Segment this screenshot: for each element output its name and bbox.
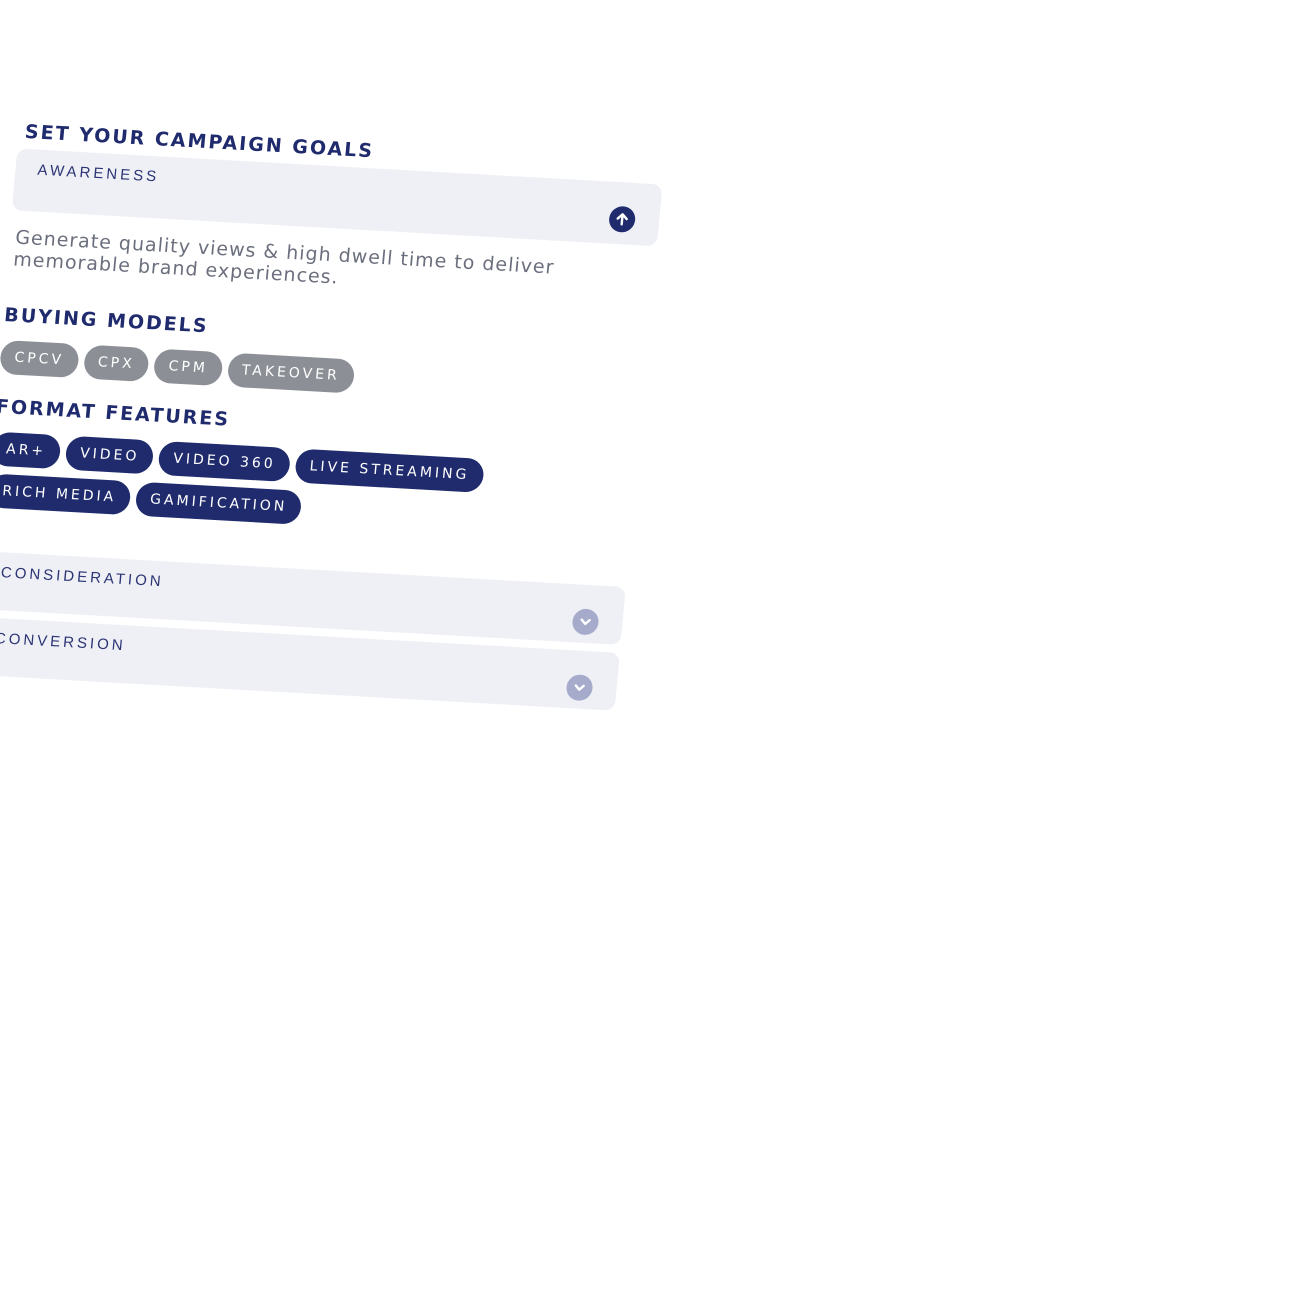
campaign-goals-panel: SET YOUR CAMPAIGN GOALS AWARENESS Genera…: [0, 120, 663, 718]
chip-ar-plus[interactable]: AR+: [0, 431, 62, 470]
goal-awareness-label: AWARENESS: [36, 161, 160, 186]
stage: SET YOUR CAMPAIGN GOALS AWARENESS Genera…: [0, 0, 1300, 1300]
format-features-chips: AR+ VIDEO VIDEO 360 LIVE STREAMING RICH …: [0, 431, 553, 539]
arrow-up-circle-icon[interactable]: [607, 205, 637, 234]
buying-models-section: BUYING MODELS CPCV CPX CPM TAKEOVER: [0, 304, 642, 409]
chip-takeover[interactable]: TAKEOVER: [226, 352, 356, 394]
collapsed-goals: CONSIDERATION CONVERSION: [0, 550, 626, 711]
chip-gamification[interactable]: GAMIFICATION: [134, 481, 303, 525]
chip-video-360[interactable]: VIDEO 360: [157, 440, 292, 483]
goal-consideration-label: CONSIDERATION: [0, 564, 165, 591]
chip-cpx[interactable]: CPX: [82, 344, 151, 383]
chip-video[interactable]: VIDEO: [64, 435, 155, 475]
chip-cpcv[interactable]: CPCV: [0, 339, 80, 379]
chip-live-streaming[interactable]: LIVE STREAMING: [294, 448, 485, 493]
chevron-down-circle-icon[interactable]: [565, 673, 594, 702]
chevron-down-circle-icon[interactable]: [571, 608, 600, 636]
goal-description: Generate quality views & high dwell time…: [12, 226, 556, 289]
goal-conversion-label: CONVERSION: [0, 629, 127, 655]
format-features-section: FORMAT FEATURES AR+ VIDEO VIDEO 360 LIVE…: [0, 396, 634, 543]
chip-rich-media[interactable]: RICH MEDIA: [0, 473, 132, 516]
chip-cpm[interactable]: CPM: [153, 348, 224, 387]
